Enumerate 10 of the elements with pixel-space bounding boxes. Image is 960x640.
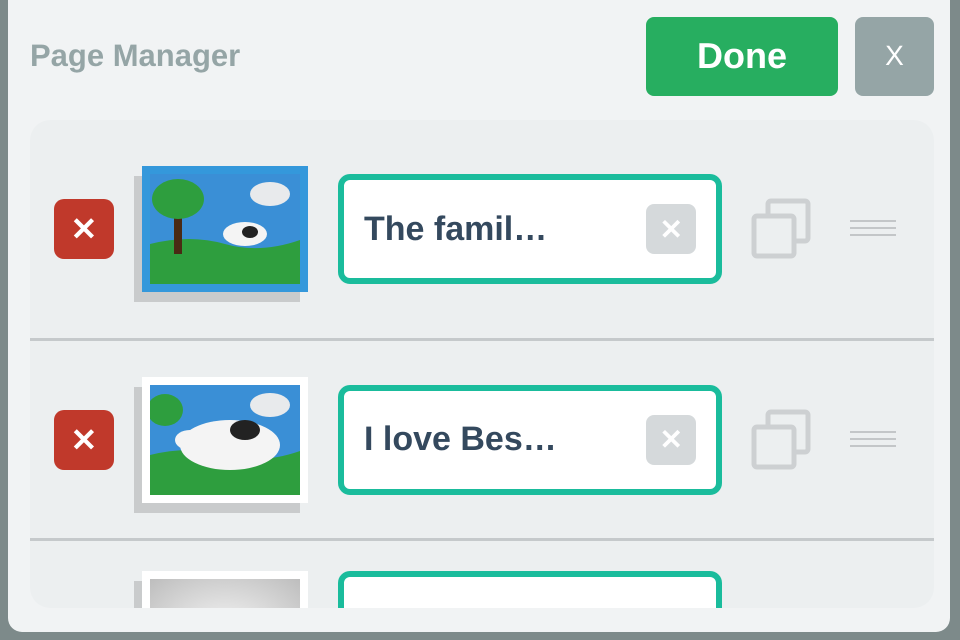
- delete-button[interactable]: ✕: [54, 410, 114, 470]
- drag-handle-icon[interactable]: [850, 219, 896, 239]
- duplicate-icon[interactable]: [750, 198, 812, 260]
- page-title-field[interactable]: The famil… ✕: [338, 174, 722, 284]
- done-button[interactable]: Done: [646, 16, 838, 96]
- dialog-title: Page Manager: [30, 38, 240, 74]
- drag-handle-icon[interactable]: [850, 430, 896, 450]
- delete-button[interactable]: ✕: [54, 199, 114, 259]
- duplicate-icon[interactable]: [750, 408, 812, 470]
- page-title-field[interactable]: I love Bes… ✕: [338, 384, 722, 494]
